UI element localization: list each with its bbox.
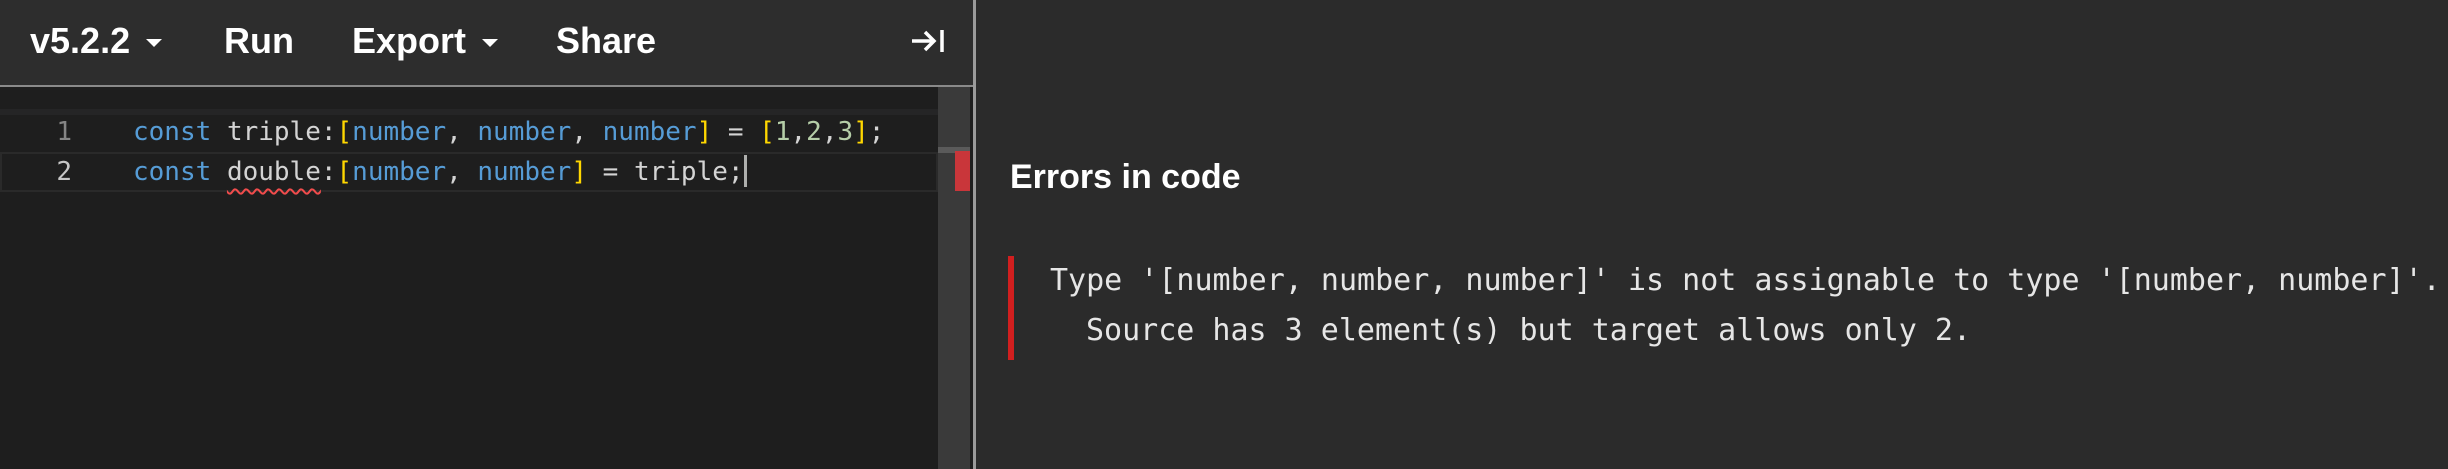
export-label: Export (352, 20, 467, 61)
type-token: number (352, 157, 447, 187)
error-message-line-2: Source has 3 element(s) but target allow… (1086, 313, 1972, 348)
toolbar: v5.2.2 Run Export Share (0, 0, 973, 87)
share-button[interactable]: Share (556, 0, 656, 82)
type-token: number (477, 157, 572, 187)
code-editor[interactable]: 1 const triple:[number, number, number] … (0, 87, 973, 469)
error-identifier-token[interactable]: double (227, 157, 321, 187)
errors-title: Errors in code (1010, 158, 1241, 196)
punct-token: , (571, 117, 587, 147)
code-text: const triple:[number, number, number] = … (133, 112, 884, 152)
code-line-1[interactable]: 1 const triple:[number, number, number] … (0, 112, 938, 152)
operator-token: = (727, 117, 744, 147)
text-cursor (743, 154, 747, 187)
type-token: number (352, 117, 447, 147)
run-label: Run (224, 20, 294, 61)
punct-token: : (320, 117, 337, 147)
type-token: number (602, 117, 697, 147)
bracket-token: [ (759, 117, 775, 147)
punct-token: , (446, 157, 462, 187)
operator-token: = (602, 157, 619, 187)
errors-pane: Errors in code Type '[number, number, nu… (976, 0, 2448, 469)
error-marker (955, 151, 970, 191)
punct-token: , (446, 117, 462, 147)
bracket-token: ] (853, 117, 869, 147)
identifier-token: triple (633, 157, 728, 187)
editor-pane: v5.2.2 Run Export Share 1 const triple:[… (0, 0, 973, 469)
chevron-down-icon (482, 39, 499, 47)
punct-token: : (320, 157, 337, 187)
export-dropdown[interactable]: Export (352, 0, 499, 82)
punct-token: , (821, 117, 838, 147)
error-message: Type '[number, number, number]' is not a… (1008, 256, 2441, 360)
punct-token: , (790, 117, 807, 147)
chevron-down-icon (146, 39, 163, 47)
bracket-token: ] (571, 157, 587, 187)
code-line-2[interactable]: 2 const double:[number, number] = triple… (0, 152, 938, 192)
run-button[interactable]: Run (224, 0, 294, 82)
error-message-line-1: Type '[number, number, number]' is not a… (1050, 263, 2441, 298)
identifier-token: triple (226, 117, 321, 147)
editor-scrollbar[interactable] (938, 87, 970, 469)
line-number: 1 (56, 117, 72, 147)
number-token: 1 (774, 117, 791, 147)
code-text: const double:[number, number] = triple; (133, 152, 747, 192)
keyword-token: const (133, 157, 212, 187)
bracket-token: [ (336, 117, 353, 147)
collapse-right-icon[interactable] (910, 26, 946, 56)
type-token: number (477, 117, 572, 147)
punct-token: ; (868, 117, 885, 147)
number-token: 3 (837, 117, 854, 147)
line-number: 2 (56, 157, 72, 187)
version-dropdown[interactable]: v5.2.2 (30, 0, 163, 82)
number-token: 2 (806, 117, 822, 147)
punct-token: ; (727, 157, 744, 187)
version-label: v5.2.2 (30, 20, 131, 61)
bracket-token: [ (336, 157, 353, 187)
keyword-token: const (133, 117, 212, 147)
bracket-token: ] (696, 117, 713, 147)
share-label: Share (556, 20, 657, 61)
